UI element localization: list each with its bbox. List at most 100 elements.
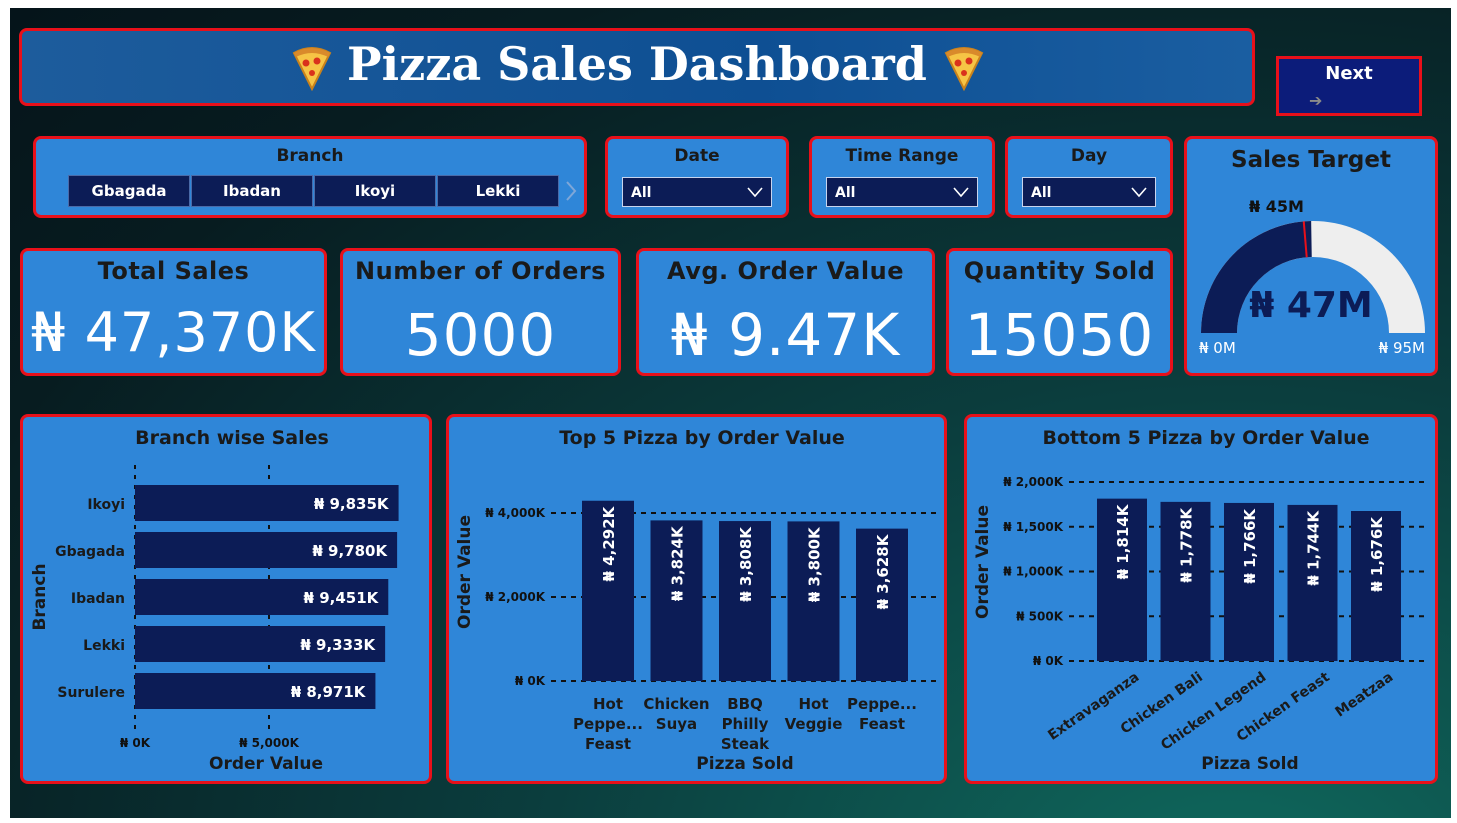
x-tick-label: Suya (656, 715, 697, 733)
kpi-aov-value: ₦ 9.47K (670, 301, 901, 369)
kpi-total-sales: Total Sales ₦ 47,370K (20, 248, 327, 376)
gauge-target-label: ₦ 45M (1249, 197, 1304, 216)
kpi-avg-order-value: Avg. Order Value ₦ 9.47K (636, 248, 935, 376)
date-dropdown[interactable]: All (622, 177, 772, 207)
x-tick-label: Meatzaa (1333, 669, 1397, 720)
data-label: ₦ 3,824K (669, 525, 687, 601)
y-axis-label: Branch (30, 563, 50, 630)
x-tick-label: Peppe... (847, 695, 917, 713)
branch-sales-chart: Branch wise Sales ₦ 0K ₦ 5,000K ₦ 9,835K Iko… (30, 427, 399, 774)
day-slicer-label: Day (1070, 146, 1108, 166)
x-tick-label: Chicken (643, 695, 709, 713)
y-tick-label: ₦ 4,000K (485, 506, 545, 520)
x-tick-label: BBQ (727, 695, 763, 713)
data-label: ₦ 9,835K (314, 495, 390, 513)
x-tick-label: Feast (859, 715, 905, 733)
data-label: ₦ 1,814K (1114, 503, 1132, 579)
branch-sales-chart-panel: Branch wise Sales ₦ 0K ₦ 5,000K ₦ 9,835K Iko… (20, 414, 432, 784)
arrow-right-icon: ➔ (1309, 91, 1323, 110)
time-range-dropdown-value: All (835, 185, 856, 201)
y-tick-label: Ikoyi (87, 497, 125, 513)
chart-title: Branch wise Sales (135, 427, 329, 449)
branch-option-ikoyi[interactable]: Ikoyi (314, 175, 436, 207)
y-axis-label: Order Value (973, 505, 993, 619)
y-axis-label: Order Value (455, 515, 475, 629)
x-tick-label: Hot (593, 695, 623, 713)
sales-target-gauge (1201, 221, 1425, 333)
time-range-slicer: Time Range All (809, 136, 995, 218)
data-label: ₦ 1,778K (1178, 506, 1196, 582)
x-tick-label: Philly (722, 715, 769, 733)
next-button-label: Next (1325, 63, 1373, 84)
gauge-min-label: ₦ 0M (1199, 339, 1236, 357)
day-dropdown-value: All (1031, 185, 1052, 201)
y-tick-label: Lekki (83, 638, 125, 654)
chart-title: Bottom 5 Pizza by Order Value (1043, 427, 1370, 449)
kpi-orders-value: 5000 (404, 301, 557, 369)
branch-slicer: Branch Gbagada Ibadan Ikoyi Lekki (33, 136, 587, 218)
sales-target-card: Sales Target ₦ 45M ₦ 47M ₦ 0M ₦ 95M (1184, 136, 1438, 376)
kpi-orders-label: Number of Orders (355, 257, 606, 285)
chart-title: Top 5 Pizza by Order Value (559, 427, 845, 449)
branch-slicer-label: Branch (276, 146, 344, 166)
x-tick-label: Veggie (785, 715, 843, 733)
time-range-dropdown[interactable]: All (826, 177, 978, 207)
data-label: ₦ 3,800K (806, 526, 824, 602)
y-tick-label: ₦ 0K (515, 674, 546, 688)
x-tick-label: Peppe... (573, 715, 643, 733)
branch-option-lekki[interactable]: Lekki (437, 175, 559, 207)
date-slicer-label: Date (674, 146, 720, 166)
chevron-down-icon (953, 187, 969, 198)
gauge-value-label: ₦ 47M (1249, 285, 1373, 326)
day-dropdown[interactable]: All (1022, 177, 1156, 207)
kpi-aov-label: Avg. Order Value (667, 257, 904, 285)
y-tick-label: ₦ 2,000K (1003, 475, 1063, 489)
kpi-total-sales-label: Total Sales (97, 257, 250, 285)
x-axis-label: Order Value (209, 754, 323, 774)
gauge-max-label: ₦ 95M (1378, 339, 1425, 357)
data-label: ₦ 9,451K (304, 589, 380, 607)
x-tick-label: ₦ 5,000K (239, 736, 299, 750)
y-tick-label: Ibadan (71, 591, 125, 607)
next-button[interactable]: Next ➔ (1276, 56, 1422, 116)
y-tick-label: ₦ 1,000K (1003, 565, 1063, 579)
y-tick-label: ₦ 0K (1033, 654, 1064, 668)
chevron-down-icon (747, 187, 763, 198)
x-tick-label: Chicken Legend (1158, 669, 1269, 754)
x-axis-label: Pizza Sold (1201, 754, 1298, 774)
time-range-slicer-label: Time Range (845, 146, 959, 166)
x-tick-label: Steak (721, 735, 770, 753)
data-label: ₦ 4,292K (600, 505, 618, 581)
data-label: ₦ 3,628K (874, 533, 892, 609)
kpi-qty-label: Quantity Sold (963, 257, 1156, 285)
dashboard-title: Pizza Sales Dashboard (347, 37, 927, 91)
date-dropdown-value: All (631, 185, 652, 201)
data-label: ₦ 1,766K (1241, 508, 1259, 584)
y-tick-label: Gbagada (55, 544, 125, 560)
branch-option-gbagada[interactable]: Gbagada (68, 175, 190, 207)
branch-option-ibadan[interactable]: Ibadan (191, 175, 313, 207)
chevron-right-icon[interactable] (564, 179, 578, 207)
bottom5-chart-panel: Bottom 5 Pizza by Order Value ₦ 0K ₦ 500K ₦… (964, 414, 1438, 784)
data-label: ₦ 9,780K (312, 542, 388, 560)
kpi-qty-value: 15050 (964, 301, 1155, 369)
top5-pizza-chart: Top 5 Pizza by Order Value ₦ 0K ₦ 2,000K ₦ … (455, 427, 941, 774)
kpi-total-sales-value: ₦ 47,370K (31, 301, 316, 364)
data-label: ₦ 9,333K (300, 636, 376, 654)
pizza-icon-right (942, 45, 986, 95)
top5-chart-panel: Top 5 Pizza by Order Value ₦ 0K ₦ 2,000K ₦ … (446, 414, 947, 784)
day-slicer: Day All (1005, 136, 1173, 218)
bottom5-pizza-chart: Bottom 5 Pizza by Order Value ₦ 0K ₦ 500K ₦… (973, 427, 1427, 774)
title-bar: Pizza Sales Dashboard (19, 28, 1255, 106)
kpi-quantity-sold: Quantity Sold 15050 (946, 248, 1173, 376)
y-tick-label: Surulere (57, 685, 125, 701)
x-tick-label: Feast (585, 735, 631, 753)
data-label: ₦ 1,676K (1368, 516, 1386, 592)
chevron-down-icon (1131, 187, 1147, 198)
y-tick-label: ₦ 1,500K (1003, 520, 1063, 534)
data-label: ₦ 3,808K (737, 526, 755, 602)
y-tick-label: ₦ 2,000K (485, 590, 545, 604)
x-tick-label: ₦ 0K (120, 736, 151, 750)
y-tick-label: ₦ 500K (1016, 609, 1064, 623)
x-tick-label: Hot (798, 695, 828, 713)
